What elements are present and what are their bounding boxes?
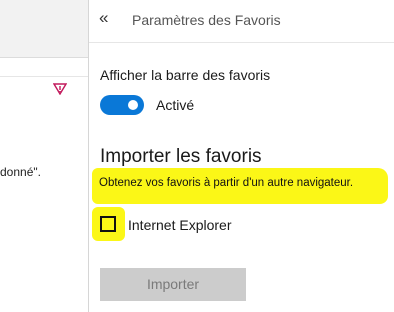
- alert-icon: [53, 83, 67, 95]
- screen: donné". « Paramètres des Favoris Affiche…: [0, 0, 394, 312]
- background-toolbar: [0, 57, 88, 77]
- panel-header: « Paramètres des Favoris: [89, 0, 394, 42]
- import-button[interactable]: Importer: [100, 268, 246, 301]
- chevron-double-left-icon[interactable]: «: [99, 8, 117, 28]
- favorites-bar-toggle[interactable]: [100, 95, 144, 115]
- background-text-fragment: donné".: [0, 165, 41, 179]
- favorites-settings-panel: « Paramètres des Favoris Afficher la bar…: [88, 0, 394, 312]
- toggle-state-label: Activé: [156, 97, 195, 113]
- background-page: donné".: [0, 0, 88, 312]
- favorites-bar-label: Afficher la barre des favoris: [100, 67, 271, 83]
- panel-title: Paramètres des Favoris: [132, 12, 281, 28]
- import-description: Obtenez vos favoris à partir d'un autre …: [99, 177, 354, 189]
- toggle-knob: [128, 100, 138, 110]
- import-favorites-heading: Importer les favoris: [100, 146, 262, 167]
- internet-explorer-checkbox[interactable]: [100, 216, 116, 232]
- header-divider: [89, 42, 394, 43]
- internet-explorer-label[interactable]: Internet Explorer: [128, 217, 232, 233]
- background-header: [0, 0, 88, 57]
